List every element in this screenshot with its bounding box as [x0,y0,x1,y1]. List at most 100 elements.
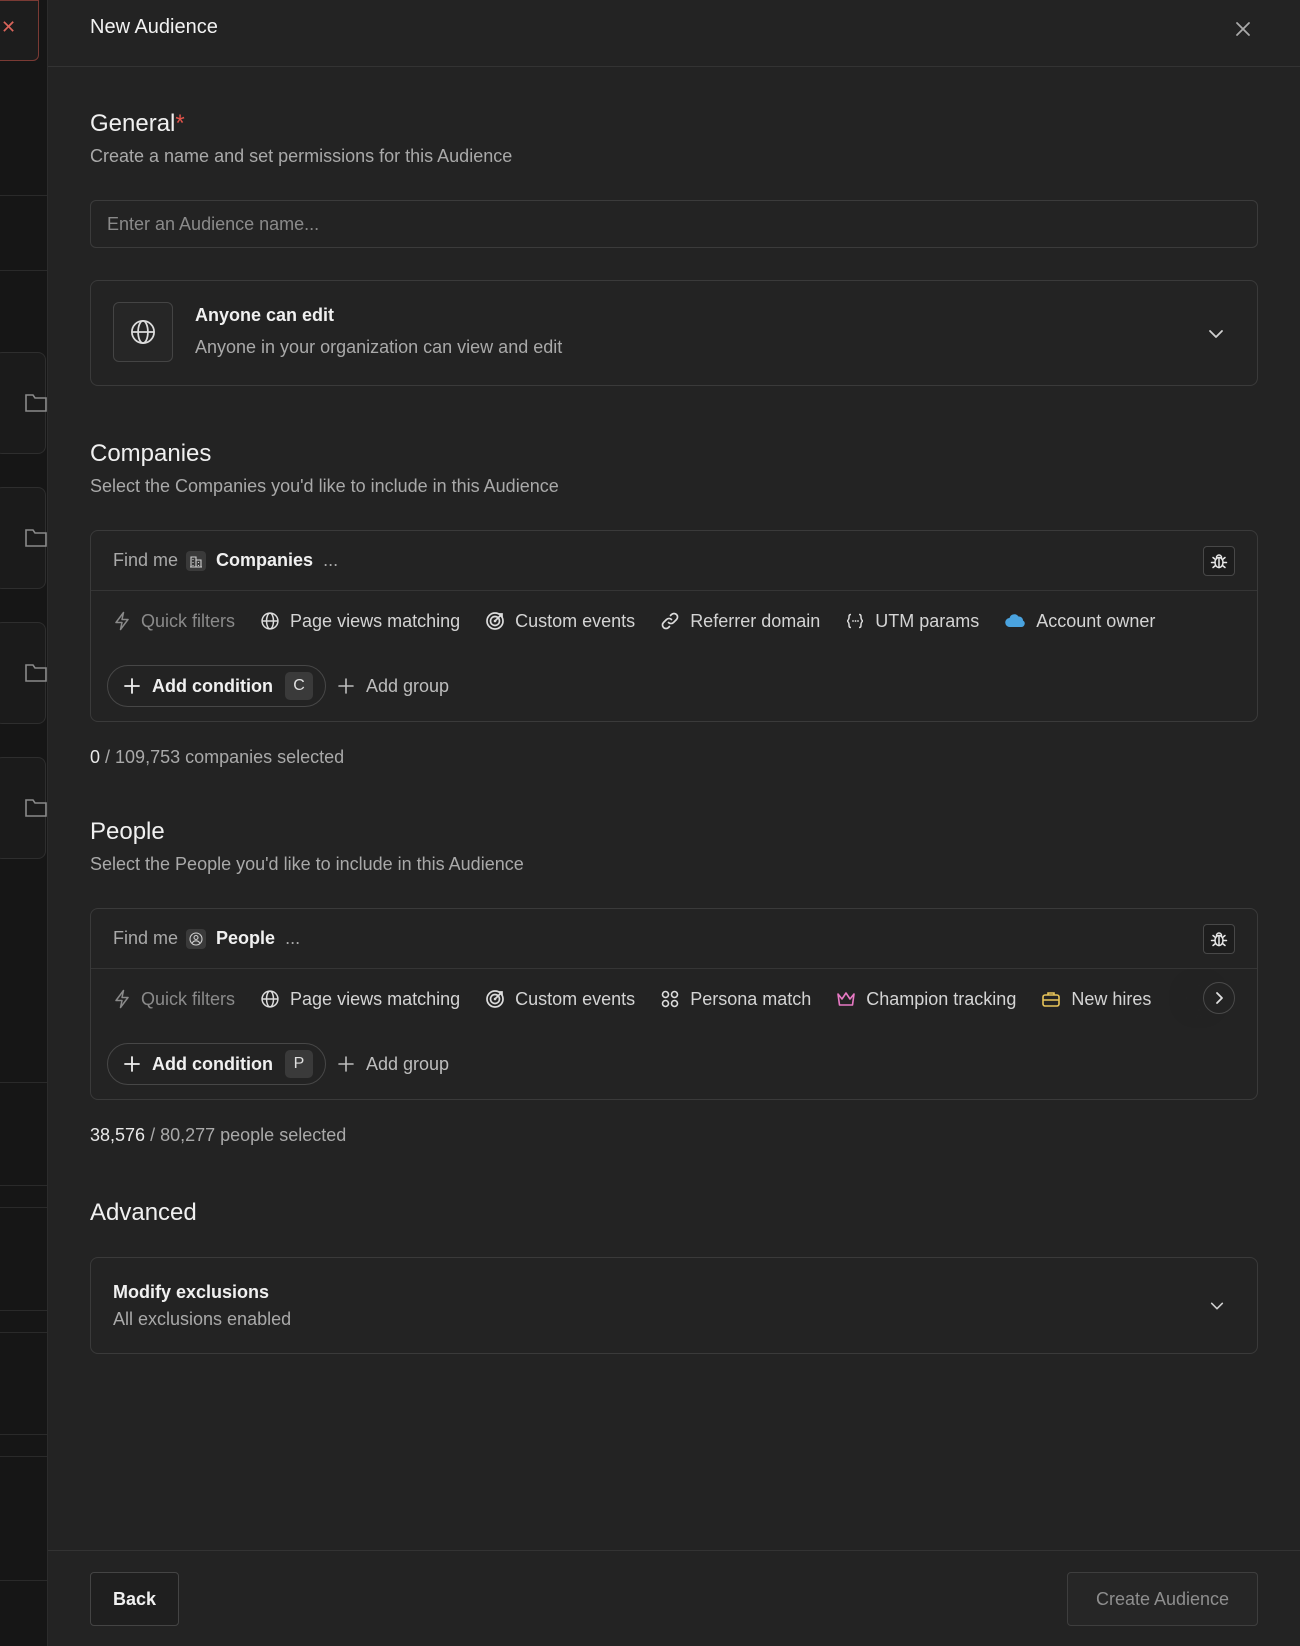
people-filter-box: Find me People ... Quick filters Page vi… [90,908,1258,1100]
plus-icon [338,678,354,694]
filter-custom-events[interactable]: Custom events [485,611,635,632]
chevron-right-icon [1216,992,1223,1004]
divider [0,1207,47,1208]
add-group-button[interactable]: Add group [338,1054,449,1075]
drawer-title: New Audience [90,16,218,38]
find-me-label: Find me [113,928,179,948]
divider [0,1580,47,1581]
folder-card[interactable] [0,352,47,454]
bug-icon [1210,932,1228,947]
companies-selected-count: 0 / 109,753 companies selected [90,747,345,767]
building-icon [186,550,207,571]
modify-exclusions-select[interactable]: Modify exclusions All exclusions enabled [90,1257,1258,1354]
filter-champion-tracking[interactable]: Champion tracking [836,989,1016,1010]
divider [0,1310,47,1311]
audience-name-input[interactable] [90,200,1258,248]
debug-button[interactable] [1203,924,1235,954]
close-icon: ✕ [1,17,17,37]
filter-page-views[interactable]: Page views matching [260,611,460,632]
filter-referrer-domain[interactable]: Referrer domain [660,611,820,632]
permission-select[interactable]: Anyone can edit Anyone in your organizat… [90,280,1258,386]
add-group-button[interactable]: Add group [338,676,449,697]
keyboard-shortcut: P [284,1050,313,1078]
section-title: General* [90,110,185,137]
more-dots[interactable]: ... [285,928,300,949]
exclusions-title: Modify exclusions [113,1282,270,1302]
divider [0,270,47,271]
briefcase-icon [1042,992,1061,1007]
drawer-content: General* Create a name and set permissio… [90,67,1258,1354]
companies-section: Companies Select the Companies you'd lik… [90,440,1258,768]
target-icon [486,990,504,1008]
target-icon [486,612,504,630]
bug-icon [1210,554,1228,569]
globe-icon [261,612,279,630]
folder-icon [25,664,47,682]
backdrop-close-button[interactable]: ✕ [0,0,39,61]
quick-filters-label: Quick filters [113,611,235,632]
folder-card[interactable] [0,757,47,859]
filter-new-hires[interactable]: New hires [1041,989,1151,1010]
folder-card[interactable] [0,622,47,724]
exclusions-subtitle: All exclusions enabled [113,1309,292,1329]
divider [0,1332,47,1333]
person-icon [186,928,207,949]
filter-custom-events[interactable]: Custom events [485,989,635,1010]
people-selected-count: 38,576 / 80,277 people selected [90,1125,347,1145]
find-me-label: Find me [113,550,179,570]
cloud-icon [1005,614,1025,628]
drawer-footer: Back Create Audience [48,1550,1300,1646]
add-condition-button[interactable]: Add condition P [107,1043,326,1085]
section-title: Companies [90,440,212,467]
section-subtitle: Select the People you'd like to include … [90,854,524,874]
create-audience-button[interactable]: Create Audience [1067,1572,1258,1626]
back-button[interactable]: Back [90,1572,179,1626]
filter-utm-params[interactable]: UTM params [845,611,979,632]
divider [0,1082,47,1083]
plus-icon [124,1056,140,1072]
find-me-bar: Find me People ... [91,909,1257,969]
condition-actions: Add condition P Add group [91,1029,1257,1099]
grid-icon [661,990,679,1008]
debug-button[interactable] [1203,546,1235,576]
quick-filters-row: Quick filters Page views matching Custom… [91,591,1257,651]
folder-icon [25,799,47,817]
plus-icon [124,678,140,694]
divider [0,1185,47,1186]
section-subtitle: Create a name and set permissions for th… [90,146,513,166]
scroll-right-button[interactable] [1203,982,1235,1014]
chevron-down-icon [1209,330,1223,338]
folder-icon [25,529,47,547]
condition-actions: Add condition C Add group [91,651,1257,721]
divider [0,1434,47,1435]
lightning-icon [115,989,129,1009]
folder-icon [25,394,47,412]
quick-filters-row: Quick filters Page views matching Custom… [91,969,1257,1029]
entity-type-select[interactable]: People [216,928,275,949]
link-icon [661,612,679,630]
permission-title: Anyone can edit [195,305,335,325]
entity-type-select[interactable]: Companies [216,550,313,571]
filter-page-views[interactable]: Page views matching [260,989,460,1010]
companies-filter-box: Find me Companies ... Quick filters Page… [90,530,1258,722]
backdrop-panel: ✕ [0,0,48,1646]
permission-icon-box [113,302,173,362]
filter-account-owner[interactable]: Account owner [1004,611,1155,632]
new-audience-drawer: New Audience General* Create a name and … [48,0,1300,1646]
chevron-down-icon [1210,1302,1224,1310]
required-mark: * [175,110,185,137]
lightning-icon [115,611,129,631]
plus-icon [338,1056,354,1072]
divider [0,195,47,196]
section-title: People [90,818,165,845]
globe-icon [261,990,279,1008]
find-me-bar: Find me Companies ... [91,531,1257,591]
more-dots[interactable]: ... [323,550,338,571]
add-condition-button[interactable]: Add condition C [107,665,326,707]
drawer-header: New Audience [48,0,1300,67]
divider [0,1456,47,1457]
globe-icon [131,320,155,344]
close-icon[interactable] [1232,18,1254,40]
folder-card[interactable] [0,487,47,589]
filter-persona-match[interactable]: Persona match [660,989,811,1010]
